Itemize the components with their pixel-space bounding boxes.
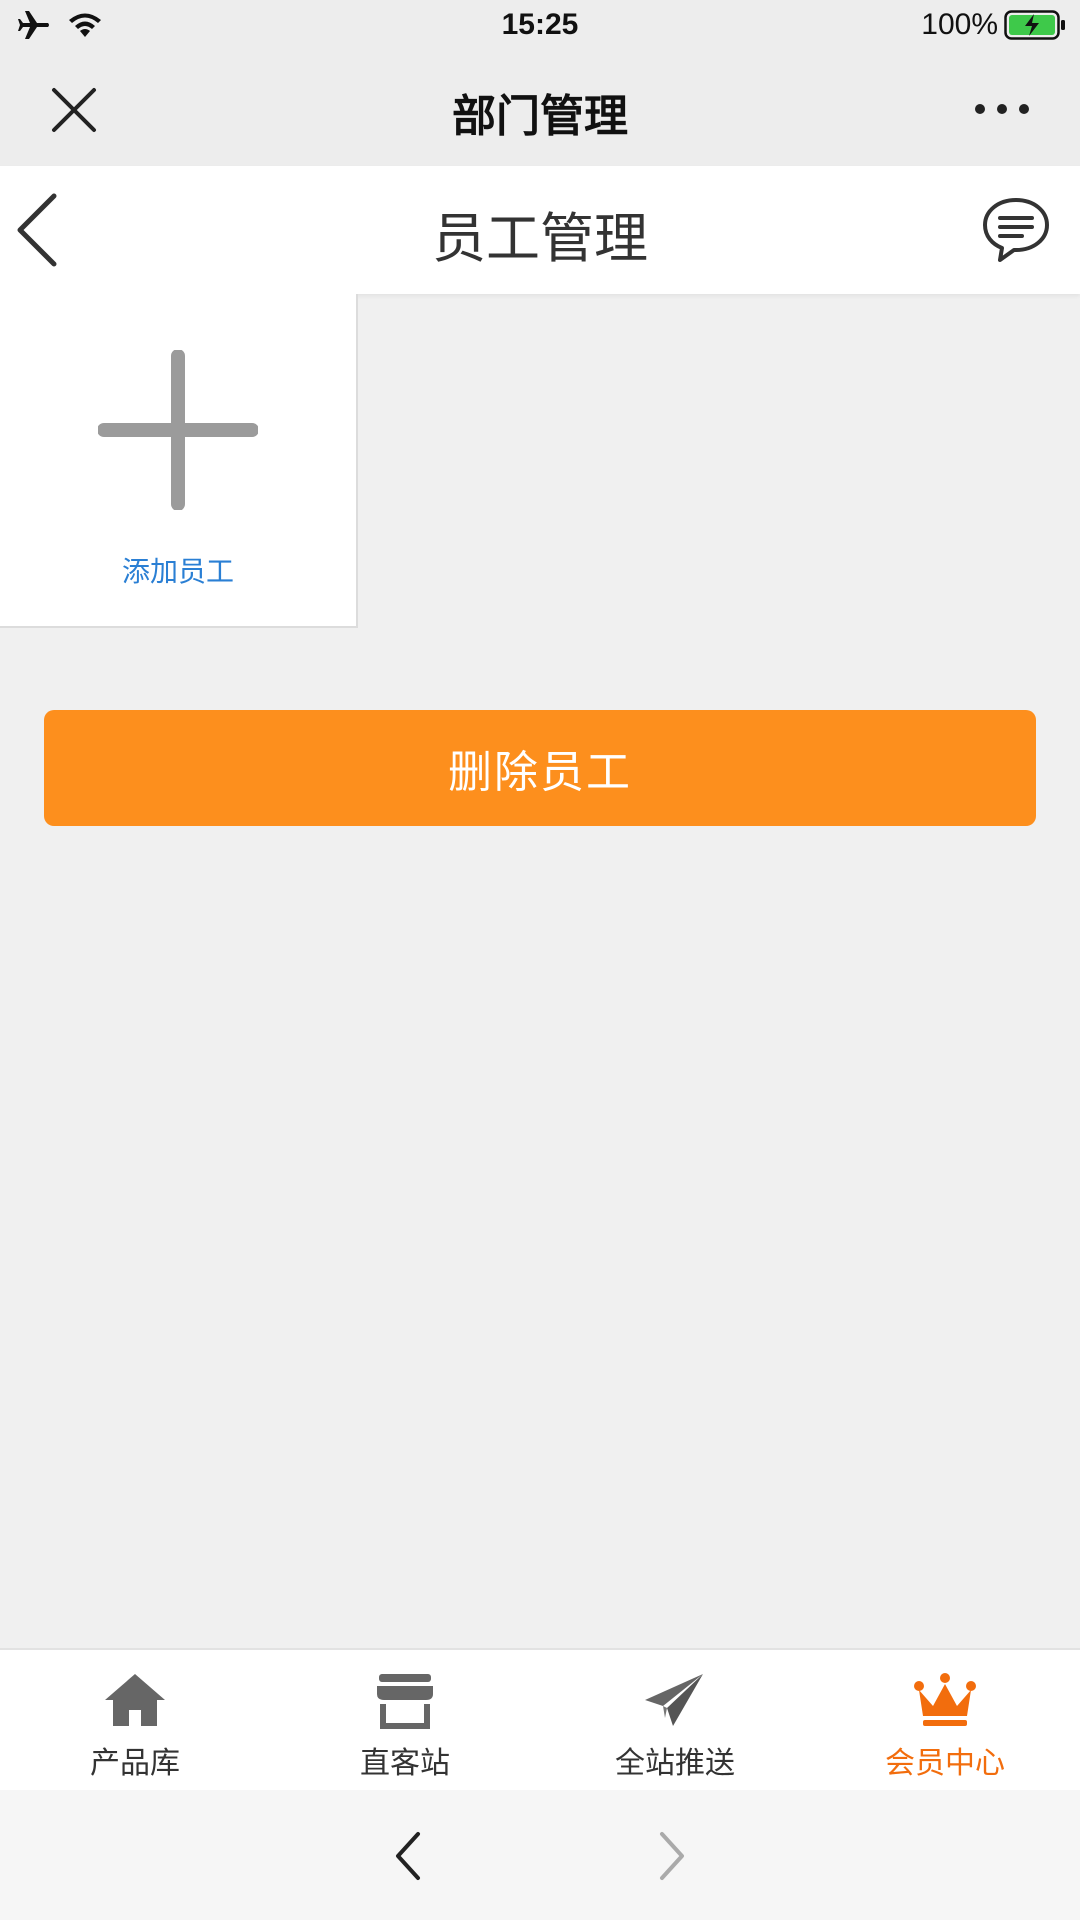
- status-bar: 15:25 100%: [0, 0, 1080, 54]
- tab-label: 全站推送: [615, 1746, 735, 1781]
- tab-label: 产品库: [90, 1746, 180, 1781]
- page-title: 员工管理: [432, 207, 648, 270]
- tab-label: 会员中心: [885, 1746, 1005, 1781]
- crown-icon: [914, 1673, 976, 1726]
- add-employee-card[interactable]: 添加员工: [0, 294, 358, 628]
- tab-direct-site[interactable]: 直客站: [270, 1650, 540, 1790]
- status-time: 15:25: [501, 8, 579, 41]
- nav-forward-icon[interactable]: [652, 1826, 692, 1886]
- add-employee-label: 添加员工: [121, 555, 234, 588]
- message-icon[interactable]: [980, 194, 1052, 266]
- tab-bar: 产品库 直客站 全站推送 会员中心: [0, 1648, 1080, 1790]
- store-icon: [377, 1674, 433, 1729]
- battery-percentage: 100%: [921, 8, 998, 41]
- status-right: 100%: [921, 8, 1066, 42]
- browser-nav-bar: [0, 1790, 1080, 1920]
- more-options-icon[interactable]: [972, 94, 1032, 124]
- tab-product-library[interactable]: 产品库: [0, 1650, 270, 1790]
- tab-member-center[interactable]: 会员中心: [810, 1650, 1080, 1790]
- mini-program-title: 部门管理: [452, 91, 628, 142]
- paper-plane-icon: [645, 1674, 703, 1726]
- home-icon: [105, 1674, 165, 1726]
- tab-site-push[interactable]: 全站推送: [540, 1650, 810, 1790]
- nav-back-icon[interactable]: [388, 1826, 428, 1886]
- battery-charging-icon: [1004, 10, 1065, 40]
- delete-employee-button[interactable]: 删除员工: [44, 710, 1036, 826]
- mini-program-bar: 部门管理: [0, 54, 1080, 166]
- page-header: 员工管理: [0, 166, 1080, 294]
- tab-label: 直客站: [360, 1746, 450, 1781]
- plus-icon: [98, 350, 258, 510]
